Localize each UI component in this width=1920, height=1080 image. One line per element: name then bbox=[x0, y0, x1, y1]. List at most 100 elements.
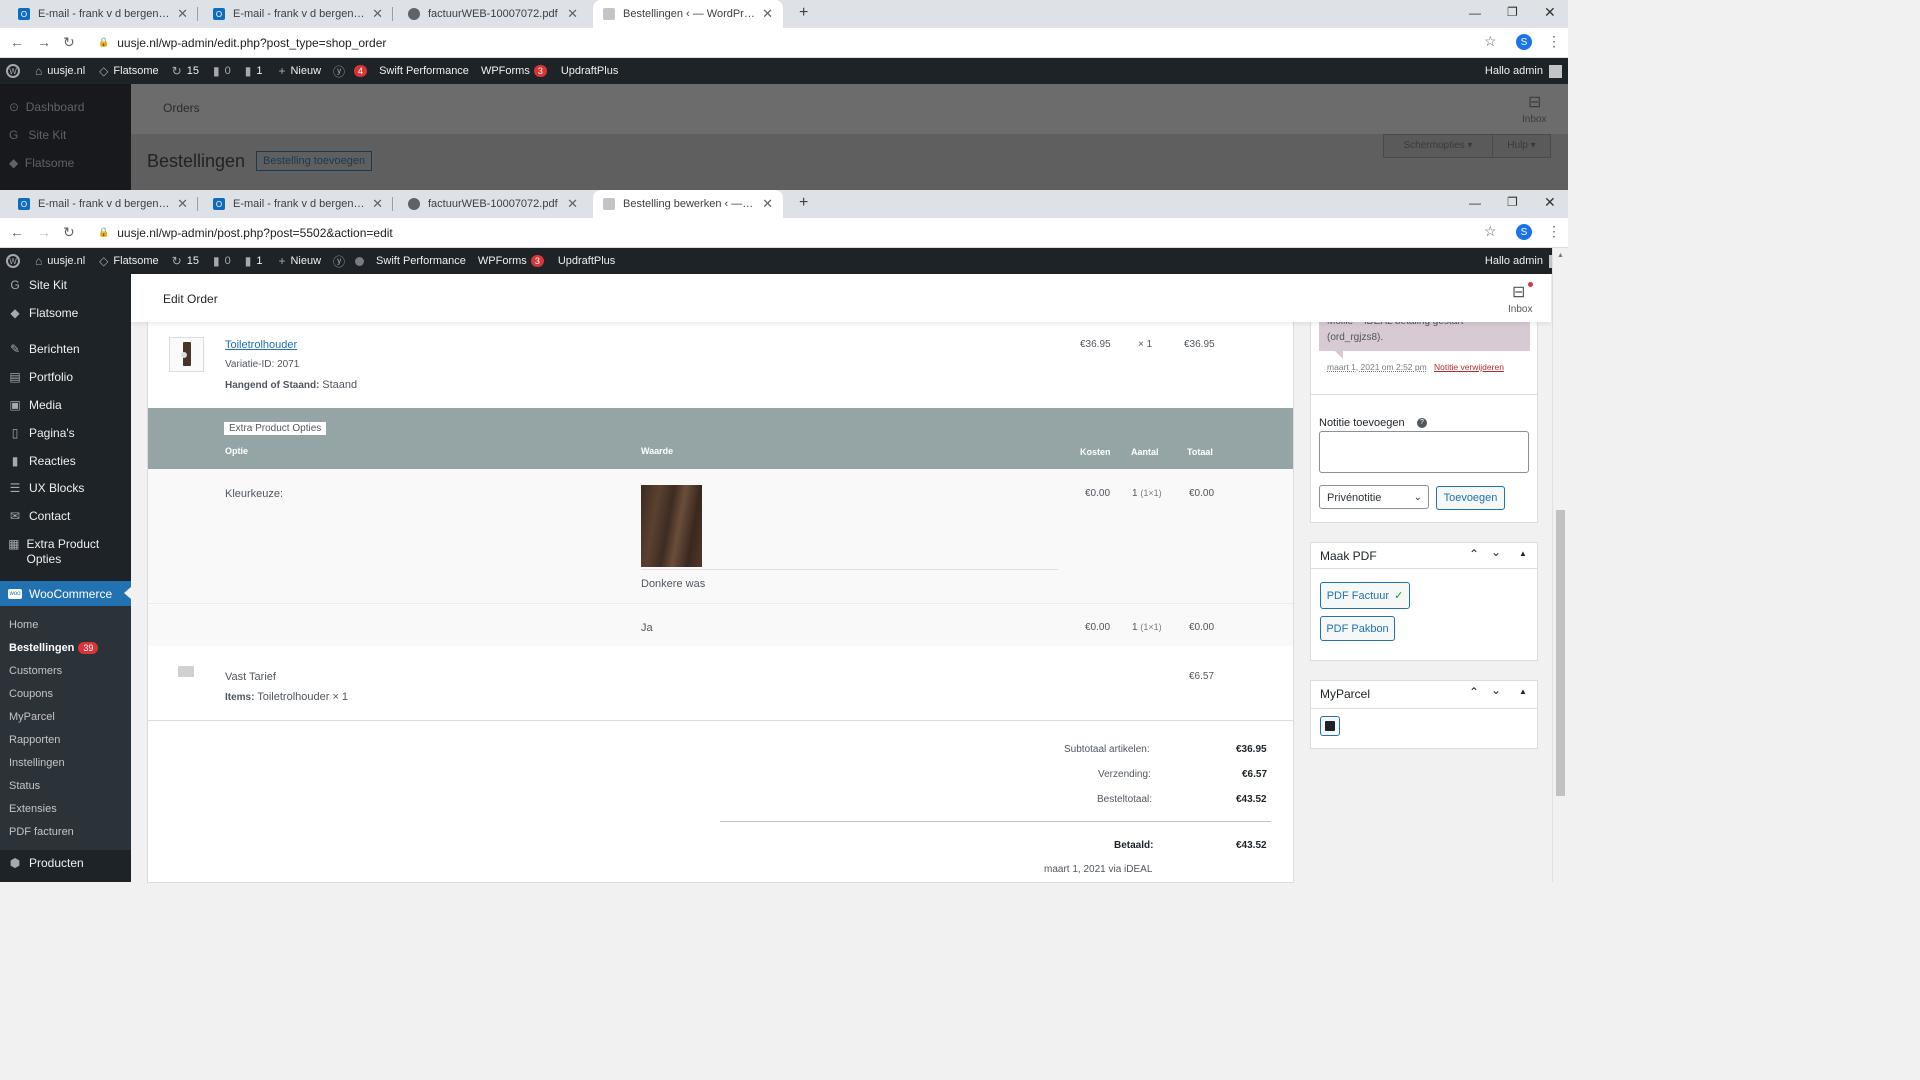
theme-link[interactable]: ◇ Flatsome bbox=[99, 254, 158, 268]
account-link[interactable]: Hallo admin bbox=[1485, 64, 1562, 78]
note-textarea[interactable] bbox=[1319, 431, 1529, 473]
account-link[interactable]: Hallo admin bbox=[1485, 254, 1562, 268]
add-note-button[interactable]: Toevoegen bbox=[1436, 486, 1505, 510]
restore-icon[interactable]: ❐ bbox=[1507, 195, 1518, 209]
updates-link[interactable]: ↻ 15 bbox=[172, 254, 199, 268]
comments-link[interactable]: ▮ 0 bbox=[213, 254, 231, 268]
inbox-label[interactable]: Inbox bbox=[1508, 304, 1532, 315]
sidebar-item-extra-product-opties[interactable]: ▦ Extra Product Opties bbox=[0, 537, 120, 567]
submenu-extensies[interactable]: Extensies bbox=[9, 803, 57, 815]
sidebar-item-media[interactable]: ▣ Media bbox=[0, 398, 131, 412]
site-name[interactable]: ⌂ uusje.nl bbox=[35, 254, 85, 268]
new-comments-link[interactable]: ▮ 1 bbox=[245, 64, 263, 78]
back-sidebar-dashboard[interactable]: ⊙ Dashboard bbox=[9, 100, 84, 114]
back-tab-pdf[interactable]: factuurWEB-10007072.pdf ✕ bbox=[398, 0, 588, 28]
sidebar-item-flatsome[interactable]: ◆ Flatsome bbox=[0, 306, 131, 320]
theme-link[interactable]: ◇ Flatsome bbox=[99, 64, 158, 78]
chrome-menu-icon[interactable]: ⋮ bbox=[1547, 33, 1561, 50]
close-window-icon[interactable]: ✕ bbox=[1544, 4, 1556, 21]
submenu-bestellingen[interactable]: Bestellingen 39 bbox=[9, 642, 99, 654]
reload-icon[interactable]: ↻ bbox=[63, 34, 75, 51]
sidebar-item-portfolio[interactable]: ▤ Portfolio bbox=[0, 370, 131, 384]
pdf-packing-slip-button[interactable]: PDF Pakbon bbox=[1320, 616, 1395, 641]
updraftplus-link[interactable]: UpdraftPlus bbox=[561, 65, 618, 77]
front-tab-outlook-1[interactable]: O E-mail - frank v d bergen - Outlo ✕ bbox=[8, 190, 198, 218]
new-content-link[interactable]: + Nieuw bbox=[278, 254, 321, 268]
reload-icon[interactable]: ↻ bbox=[63, 224, 75, 241]
note-type-select[interactable]: Privénotitie ⌄ bbox=[1319, 485, 1429, 509]
close-tab-icon[interactable]: ✕ bbox=[567, 196, 578, 212]
submenu-home[interactable]: Home bbox=[9, 619, 38, 631]
sidebar-item-site-kit[interactable]: G Site Kit bbox=[0, 278, 131, 292]
chrome-menu-icon[interactable]: ⋮ bbox=[1547, 223, 1561, 240]
site-name[interactable]: ⌂ uusje.nl bbox=[35, 64, 85, 78]
yoast-link[interactable]: ⓨ 4 bbox=[333, 63, 368, 80]
sidebar-item-ux-blocks[interactable]: ☰ UX Blocks bbox=[0, 481, 131, 495]
help-icon[interactable]: ? bbox=[1417, 418, 1427, 428]
help-button[interactable]: Hulp ▾ bbox=[1492, 134, 1551, 158]
close-tab-icon[interactable]: ✕ bbox=[372, 6, 383, 22]
move-up-icon[interactable]: ⌃ bbox=[1469, 685, 1479, 699]
back-inbox-label[interactable]: Inbox bbox=[1522, 114, 1546, 125]
pdf-invoice-button[interactable]: PDF Factuur ✓ bbox=[1320, 582, 1410, 609]
delete-note-link[interactable]: Notitie verwijderen bbox=[1434, 362, 1504, 372]
swift-performance-link[interactable]: Swift Performance bbox=[376, 255, 466, 267]
add-order-button[interactable]: Bestelling toevoegen bbox=[256, 151, 373, 171]
sidebar-item-reacties[interactable]: ▮ Reacties bbox=[0, 454, 131, 468]
back-arrow-icon[interactable]: ← bbox=[10, 224, 24, 240]
submenu-customers[interactable]: Customers bbox=[9, 665, 62, 677]
yoast-link[interactable]: ⓨ bbox=[333, 253, 365, 270]
submenu-coupons[interactable]: Coupons bbox=[9, 688, 53, 700]
forward-arrow-icon[interactable]: → bbox=[37, 224, 51, 240]
sidebar-item-paginas[interactable]: ▯ Pagina's bbox=[0, 426, 131, 440]
updates-link[interactable]: ↻ 15 bbox=[172, 64, 199, 78]
forward-arrow-icon[interactable]: → bbox=[37, 34, 51, 50]
minimize-icon[interactable]: — bbox=[1469, 196, 1481, 210]
submenu-pdf-facturen[interactable]: PDF facturen bbox=[9, 826, 74, 838]
product-thumbnail[interactable] bbox=[169, 337, 204, 372]
wpforms-link[interactable]: WPForms 3 bbox=[481, 65, 547, 77]
wordpress-logo-icon[interactable]: W bbox=[6, 254, 20, 268]
close-window-icon[interactable]: ✕ bbox=[1544, 194, 1556, 211]
myparcel-export-button[interactable] bbox=[1320, 716, 1340, 736]
inbox-icon[interactable]: ⊟ bbox=[1528, 92, 1541, 112]
move-down-icon[interactable]: ⌄ bbox=[1491, 545, 1501, 559]
move-up-icon[interactable]: ⌃ bbox=[1469, 547, 1479, 561]
profile-avatar[interactable]: S bbox=[1516, 224, 1532, 240]
sidebar-item-berichten[interactable]: ✎ Berichten bbox=[0, 342, 131, 356]
back-sidebar-sitekit[interactable]: G Site Kit bbox=[9, 128, 66, 142]
sidebar-item-producten[interactable]: ⬢ Producten bbox=[0, 856, 131, 870]
back-tab-outlook-1[interactable]: O E-mail - frank v d bergen - Outlo ✕ bbox=[8, 0, 198, 28]
comments-link[interactable]: ▮ 0 bbox=[213, 64, 231, 78]
back-tab-outlook-2[interactable]: O E-mail - frank v d bergen - Outlo ✕ bbox=[203, 0, 393, 28]
collapse-icon[interactable]: ▲ bbox=[1519, 549, 1527, 558]
submenu-instellingen[interactable]: Instellingen bbox=[9, 757, 65, 769]
close-tab-icon[interactable]: ✕ bbox=[177, 6, 188, 22]
close-tab-icon[interactable]: ✕ bbox=[762, 196, 773, 212]
submenu-status[interactable]: Status bbox=[9, 780, 40, 792]
profile-avatar[interactable]: S bbox=[1516, 34, 1532, 50]
close-tab-icon[interactable]: ✕ bbox=[762, 6, 773, 22]
page-scrollbar[interactable]: ▲ bbox=[1552, 248, 1569, 882]
restore-icon[interactable]: ❐ bbox=[1507, 5, 1518, 19]
new-tab-icon[interactable]: + bbox=[799, 194, 808, 212]
swift-performance-link[interactable]: Swift Performance bbox=[379, 65, 469, 77]
new-content-link[interactable]: + Nieuw bbox=[278, 64, 321, 78]
front-tab-wordpress[interactable]: Bestelling bewerken ‹ — WordPress ✕ bbox=[593, 190, 783, 218]
new-comments-link[interactable]: ▮ 1 bbox=[245, 254, 263, 268]
back-sidebar-flatsome[interactable]: ◆ Flatsome bbox=[9, 156, 74, 170]
front-tab-pdf[interactable]: factuurWEB-10007072.pdf ✕ bbox=[398, 190, 588, 218]
close-tab-icon[interactable]: ✕ bbox=[372, 196, 383, 212]
new-tab-icon[interactable]: + bbox=[799, 4, 808, 22]
screen-options-button[interactable]: Schermopties ▾ bbox=[1383, 134, 1493, 158]
back-arrow-icon[interactable]: ← bbox=[10, 34, 24, 50]
product-link[interactable]: Toiletrolhouder bbox=[225, 339, 297, 351]
sidebar-item-woocommerce[interactable]: woo WooCommerce bbox=[0, 581, 131, 606]
collapse-icon[interactable]: ▲ bbox=[1519, 687, 1527, 696]
back-url-field[interactable]: 🔒 uusje.nl/wp-admin/edit.php?post_type=s… bbox=[88, 31, 1500, 54]
close-tab-icon[interactable]: ✕ bbox=[567, 6, 578, 22]
bookmark-star-icon[interactable]: ☆ bbox=[1484, 33, 1497, 50]
wordpress-logo-icon[interactable]: W bbox=[6, 64, 20, 78]
front-tab-outlook-2[interactable]: O E-mail - frank v d bergen - Outlo ✕ bbox=[203, 190, 393, 218]
bookmark-star-icon[interactable]: ☆ bbox=[1484, 223, 1497, 240]
